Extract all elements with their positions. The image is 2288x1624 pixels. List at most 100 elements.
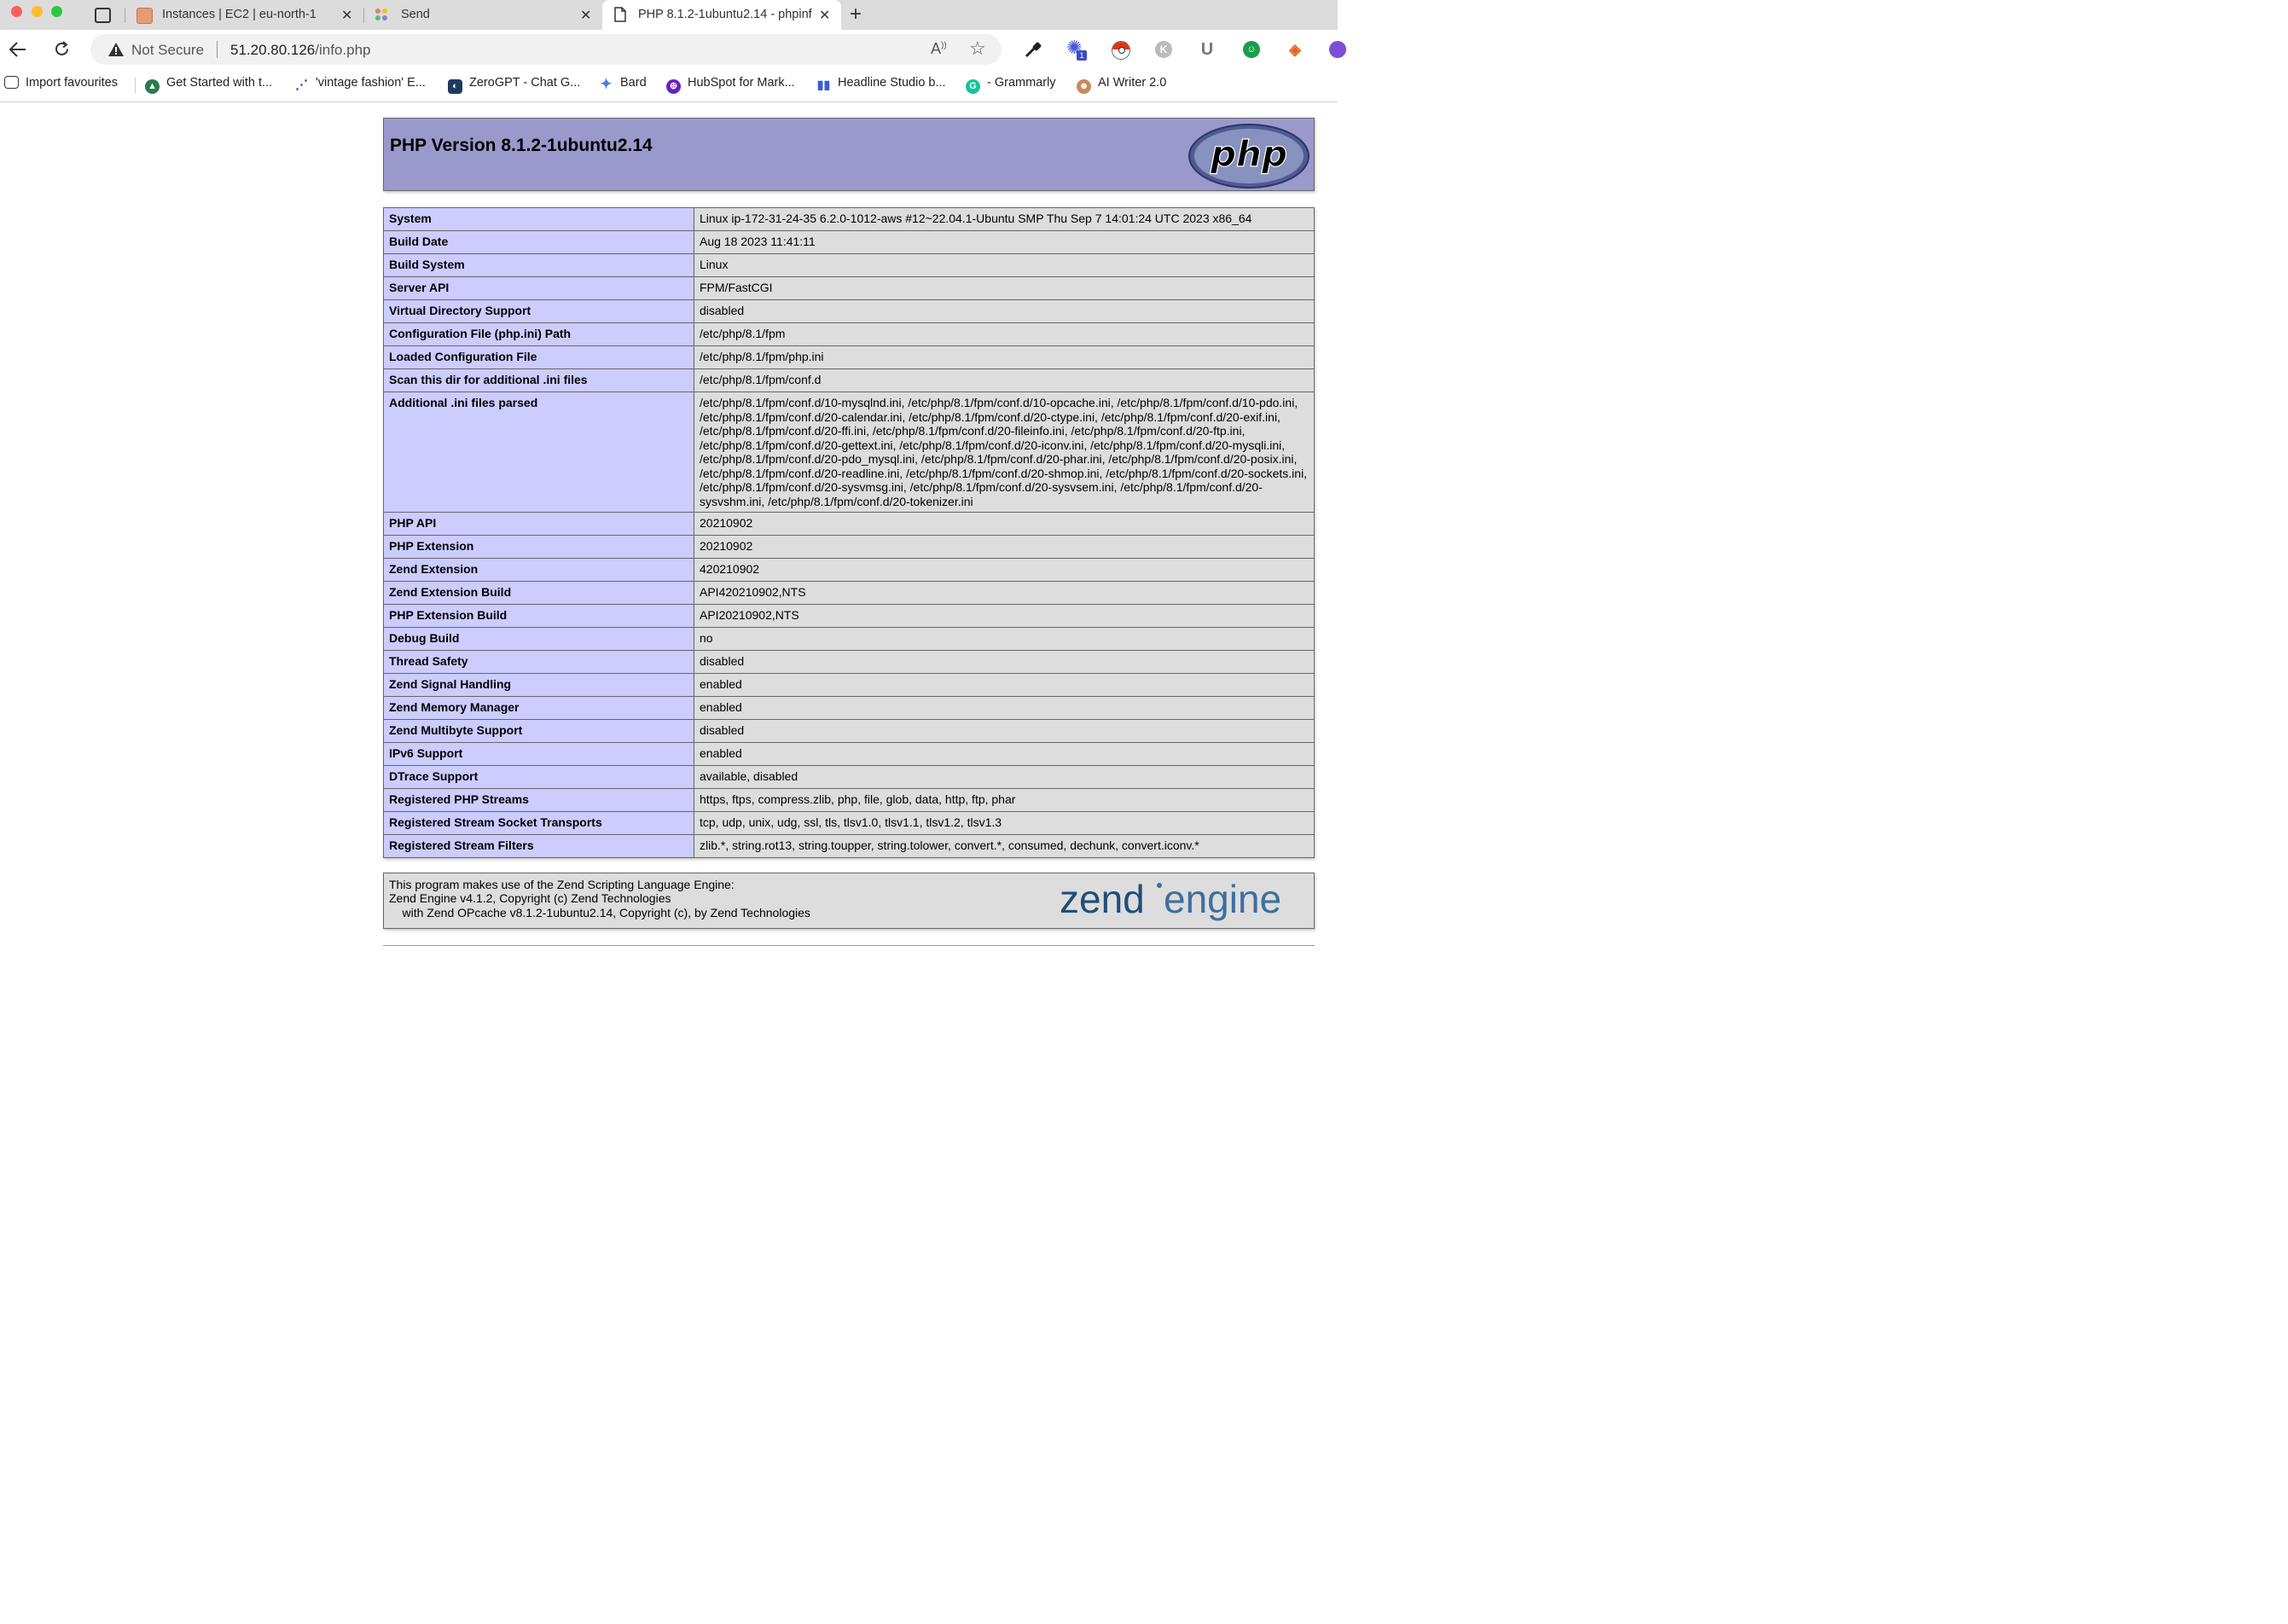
- bookmark-label: ZeroGPT - Chat G...: [469, 76, 581, 90]
- dots-favicon-icon: [375, 9, 389, 22]
- table-row: DTrace Support available, disabled: [383, 765, 1315, 789]
- aws-favicon-icon: [136, 8, 153, 24]
- tab-phpinfo[interactable]: PHP 8.1.2-1ubuntu2.14 - phpinfo() ✕: [602, 0, 841, 30]
- import-icon: [4, 76, 19, 89]
- brain-icon: ◐: [448, 79, 462, 94]
- config-value: 20210902: [694, 535, 1315, 559]
- zend-credits-text: This program makes use of the Zend Scrip…: [389, 878, 810, 919]
- config-value: /etc/php/8.1/fpm: [694, 322, 1315, 346]
- mountain-icon: ▲: [145, 79, 160, 94]
- bookmark-hubspot[interactable]: ⊕ HubSpot for Mark...: [666, 76, 795, 94]
- config-value: API20210902,NTS: [694, 604, 1315, 628]
- favorite-star-icon[interactable]: ☆: [969, 38, 986, 60]
- read-aloud-icon[interactable]: A)): [931, 40, 947, 58]
- table-row: PHP API 20210902: [383, 512, 1315, 536]
- sparkle-icon: ✦: [600, 76, 613, 92]
- config-value: disabled: [694, 299, 1315, 323]
- bookmark-label: Import favourites: [26, 76, 118, 90]
- purple-extension-icon[interactable]: [1329, 41, 1346, 58]
- config-key: Additional .ini files parsed: [383, 392, 694, 513]
- tab-title: PHP 8.1.2-1ubuntu2.14 - phpinfo(): [638, 8, 812, 21]
- zend-engine-logo: zend engine: [1060, 877, 1281, 921]
- bookmark-headline-studio[interactable]: ▮▮ Headline Studio b...: [816, 76, 946, 92]
- close-window-button[interactable]: [11, 6, 22, 17]
- bookmark-bard[interactable]: ✦ Bard: [599, 76, 646, 92]
- extension-gear-icon[interactable]: ✺ 1: [1066, 37, 1087, 61]
- arrow-extension-icon[interactable]: ◈: [1286, 41, 1304, 58]
- config-value: enabled: [694, 742, 1315, 766]
- minimize-window-button[interactable]: [32, 6, 43, 17]
- config-value: FPM/FastCGI: [694, 276, 1315, 300]
- config-value: disabled: [694, 719, 1315, 743]
- config-value: Linux: [694, 253, 1315, 277]
- address-bar[interactable]: Not Secure 51.20.80.126/info.php A)) ☆: [90, 34, 1002, 65]
- bookmark-vintage-fashion[interactable]: ⋰ 'vintage fashion' E...: [294, 76, 426, 92]
- bookmark-grammarly[interactable]: G - Grammarly: [966, 76, 1056, 94]
- config-value: tcp, udp, unix, udg, ssl, tls, tlsv1.0, …: [694, 811, 1315, 835]
- tab-title: Send: [401, 8, 430, 21]
- tab-title: Instances | EC2 | eu-north-1: [162, 8, 316, 21]
- eyedropper-icon[interactable]: [1024, 40, 1042, 59]
- config-key: Zend Memory Manager: [383, 696, 694, 720]
- config-value: https, ftps, compress.zlib, php, file, g…: [694, 788, 1315, 812]
- table-row: PHP Extension 20210902: [383, 535, 1315, 559]
- config-key: Zend Signal Handling: [383, 673, 694, 697]
- bookmark-ai-writer[interactable]: ☻ AI Writer 2.0: [1077, 76, 1166, 94]
- bookmark-divider: [135, 78, 136, 93]
- bookmark-get-started[interactable]: ▲ Get Started with t...: [145, 76, 272, 94]
- php-logo-text: php: [1210, 133, 1287, 175]
- php-logo: php: [1188, 124, 1310, 188]
- engine-logo-word: engine: [1164, 877, 1281, 921]
- reload-icon[interactable]: [53, 40, 71, 58]
- k-extension-icon[interactable]: K: [1155, 41, 1172, 58]
- table-row: Loaded Configuration File/etc/php/8.1/fp…: [383, 345, 1315, 369]
- config-key: Virtual Directory Support: [383, 299, 694, 323]
- tab-ec2-instances[interactable]: Instances | EC2 | eu-north-1 ✕: [126, 0, 362, 30]
- config-key: Build System: [383, 253, 694, 277]
- zend-line-2: Zend Engine v4.1.2, Copyright (c) Zend T…: [389, 891, 671, 906]
- table-row: Virtual Directory Support disabled: [383, 299, 1315, 323]
- new-tab-button[interactable]: +: [850, 3, 862, 26]
- warning-icon[interactable]: [107, 42, 125, 57]
- table-row: Zend Multibyte Support disabled: [383, 719, 1315, 743]
- config-value: /etc/php/8.1/fpm/conf.d: [694, 368, 1315, 392]
- pokeball-icon[interactable]: [1112, 41, 1130, 60]
- config-key: Configuration File (php.ini) Path: [383, 322, 694, 346]
- bars-icon: ▮▮: [816, 78, 831, 91]
- table-row: Registered Stream Socket Transports tcp, …: [383, 811, 1315, 835]
- grammarly-icon: G: [966, 79, 980, 94]
- u-extension-icon[interactable]: U: [1199, 41, 1216, 58]
- config-value: Aug 18 2023 11:41:11: [694, 230, 1315, 254]
- table-row: System Linux ip-172-31-24-35 6.2.0-1012-a…: [383, 207, 1315, 231]
- bookmark-label: Headline Studio b...: [838, 76, 946, 90]
- config-key: Registered Stream Filters: [383, 834, 694, 858]
- robot-extension-icon[interactable]: ☺: [1243, 41, 1260, 58]
- php-config-table: System Linux ip-172-31-24-35 6.2.0-1012-a…: [383, 207, 1315, 858]
- config-value: enabled: [694, 673, 1315, 697]
- config-key: Registered PHP Streams: [383, 788, 694, 812]
- browser-tab-strip: Instances | EC2 | eu-north-1 ✕ Send ✕ PH…: [0, 0, 1338, 30]
- url-text[interactable]: 51.20.80.126/info.php: [230, 42, 371, 59]
- close-icon[interactable]: ✕: [819, 7, 830, 24]
- bookmark-import-favourites[interactable]: Import favourites: [4, 76, 118, 90]
- sidebar-icon: [95, 8, 111, 23]
- config-key: PHP API: [383, 512, 694, 536]
- zend-line-3: with Zend OPcache v8.1.2-1ubuntu2.14, Co…: [389, 905, 810, 919]
- config-key: PHP Extension: [383, 535, 694, 559]
- face-icon: ☻: [1077, 79, 1091, 94]
- close-icon[interactable]: ✕: [580, 7, 591, 24]
- config-value: available, disabled: [694, 765, 1315, 789]
- bookmark-zerogpt[interactable]: ◐ ZeroGPT - Chat G...: [448, 76, 580, 94]
- config-key: Debug Build: [383, 627, 694, 651]
- table-row: PHP Extension Build API20210902,NTS: [383, 604, 1315, 628]
- zoom-window-button[interactable]: [51, 6, 62, 17]
- close-icon[interactable]: ✕: [341, 7, 352, 24]
- config-key: PHP Extension Build: [383, 604, 694, 628]
- table-row: Additional .ini files parsed/etc/php/8.1…: [383, 392, 1315, 513]
- back-arrow-icon[interactable]: [9, 41, 27, 58]
- tab-actions-button[interactable]: [90, 4, 113, 25]
- php-version-title: PHP Version 8.1.2-1ubuntu2.14: [390, 136, 653, 155]
- config-key: Server API: [383, 276, 694, 300]
- security-label[interactable]: Not Secure: [131, 42, 204, 59]
- tab-send[interactable]: Send ✕: [365, 0, 601, 30]
